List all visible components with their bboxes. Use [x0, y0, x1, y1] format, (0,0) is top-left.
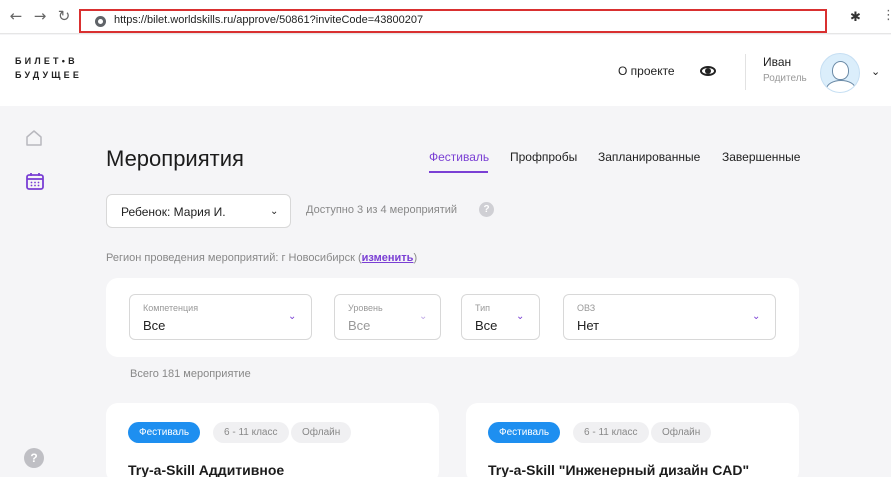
filter-value: Все: [475, 318, 498, 333]
badge-format: Офлайн: [651, 422, 712, 443]
available-count: Доступно 3 из 4 мероприятий: [306, 204, 458, 216]
extensions-icon[interactable]: ✱: [850, 10, 861, 25]
chevron-down-icon: ⌄: [752, 311, 761, 322]
filter-label: Уровень: [348, 303, 383, 313]
badge-type: Фестиваль: [128, 422, 201, 443]
chevron-down-icon[interactable]: ⌄: [871, 65, 880, 78]
filter-type[interactable]: Тип Все ⌄: [461, 294, 540, 340]
site-info-icon[interactable]: [95, 16, 106, 27]
chevron-down-icon: ⌄: [419, 311, 428, 322]
logo-line-1: БИЛЕТ•В: [15, 56, 78, 66]
badge-grade: 6 - 11 класс: [213, 422, 289, 443]
filter-label: Тип: [475, 303, 491, 313]
user-role: Родитель: [763, 73, 807, 84]
filter-competence[interactable]: Компетенция Все ⌄: [129, 294, 312, 340]
avatar[interactable]: [820, 53, 860, 93]
address-bar[interactable]: https://bilet.worldskills.ru/approve/508…: [79, 9, 827, 33]
calendar-icon[interactable]: [25, 171, 45, 191]
filter-label: ОВЗ: [577, 303, 596, 313]
event-card[interactable]: Фестиваль 6 - 11 класс Офлайн Try-a-Skil…: [106, 403, 439, 477]
event-card[interactable]: Фестиваль 6 - 11 класс Офлайн Try-a-Skil…: [466, 403, 799, 477]
tab-festival[interactable]: Фестиваль: [429, 150, 489, 164]
info-icon[interactable]: ?: [479, 202, 494, 217]
tab-planned[interactable]: Запланированные: [598, 150, 700, 164]
filter-value: Нет: [577, 318, 600, 333]
badge-format: Офлайн: [291, 422, 352, 443]
logo-line-2: БУДУЩЕЕ: [15, 70, 83, 80]
total-count: Всего 181 мероприятие: [130, 368, 251, 380]
filters-panel: Компетенция Все ⌄ Уровень Все ⌄ Тип Все …: [106, 278, 799, 357]
site-header: БИЛЕТ•В БУДУЩЕЕ О проекте Иван Родитель …: [0, 35, 891, 106]
child-select[interactable]: Ребенок: Мария И. ⌄: [106, 194, 291, 228]
active-tab-indicator: [429, 171, 488, 173]
region-text: Регион проведения мероприятий: г Новосиб…: [106, 252, 418, 264]
badge-type: Фестиваль: [488, 422, 561, 443]
filter-level[interactable]: Уровень Все ⌄: [334, 294, 441, 340]
browser-menu-icon[interactable]: ⋮: [882, 8, 891, 23]
user-name: Иван: [763, 55, 792, 69]
chevron-down-icon: ⌄: [516, 311, 525, 322]
filter-ovz[interactable]: ОВЗ Нет ⌄: [563, 294, 776, 340]
chevron-down-icon: ⌄: [288, 311, 297, 322]
header-divider: [745, 54, 746, 90]
chevron-down-icon: ⌄: [270, 206, 279, 217]
child-select-value: Ребенок: Мария И.: [121, 205, 226, 219]
site-logo[interactable]: БИЛЕТ•В БУДУЩЕЕ: [15, 54, 82, 82]
filter-label: Компетенция: [143, 303, 199, 313]
page-title: Мероприятия: [106, 146, 244, 171]
badge-grade: 6 - 11 класс: [573, 422, 649, 443]
card-title: Try-a-Skill Аддитивное: [128, 462, 285, 477]
about-link[interactable]: О проекте: [618, 64, 675, 78]
browser-toolbar: ← → ↻ https://bilet.worldskills.ru/appro…: [0, 0, 891, 34]
tab-profprobes[interactable]: Профпробы: [510, 150, 577, 164]
back-arrow-icon[interactable]: ←: [8, 8, 24, 24]
eye-icon[interactable]: [700, 66, 716, 76]
home-icon[interactable]: [25, 129, 43, 147]
url-text: https://bilet.worldskills.ru/approve/508…: [114, 14, 424, 26]
change-region-link[interactable]: изменить: [362, 252, 414, 264]
filter-value: Все: [348, 318, 371, 333]
tab-completed[interactable]: Завершенные: [722, 150, 800, 164]
reload-icon[interactable]: ↻: [56, 8, 72, 24]
forward-arrow-icon[interactable]: →: [32, 8, 48, 24]
side-rail: ?: [0, 106, 70, 477]
help-icon[interactable]: ?: [24, 448, 44, 468]
filter-value: Все: [143, 318, 166, 333]
card-title: Try-a-Skill "Инженерный дизайн CAD": [488, 462, 750, 477]
